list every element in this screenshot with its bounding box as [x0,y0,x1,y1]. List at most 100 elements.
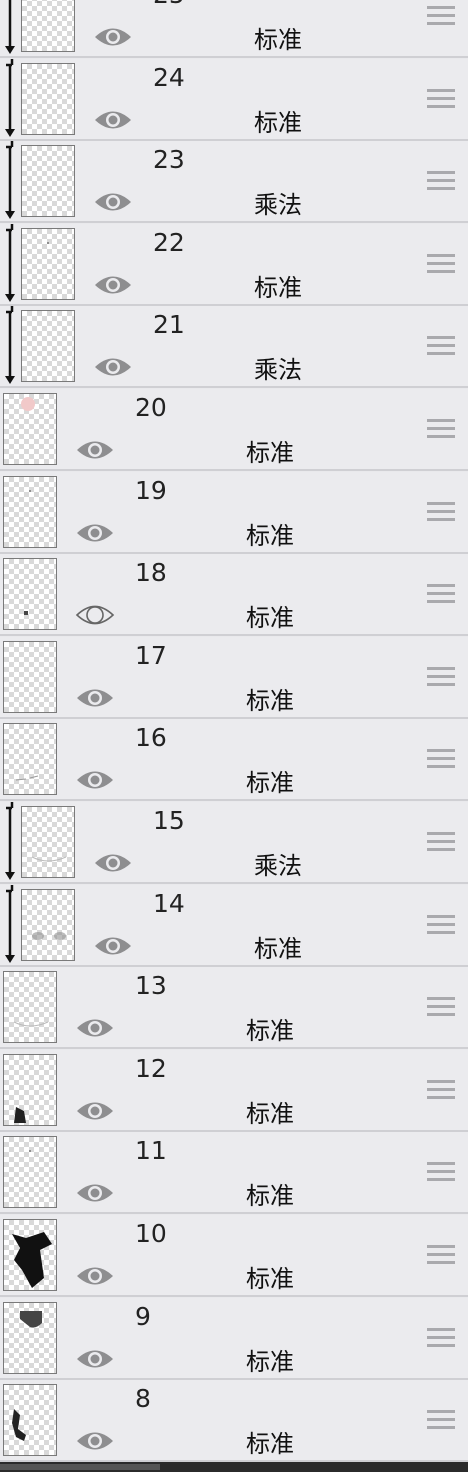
eye-icon[interactable] [75,518,115,548]
layer-row[interactable]: 17 标准 [0,636,468,719]
drag-handle-icon[interactable] [427,666,455,691]
eye-icon[interactable] [93,22,133,52]
layer-name: 22 [153,227,185,257]
layer-row[interactable]: 12 标准 [0,1049,468,1132]
eye-icon[interactable] [75,1426,115,1456]
blend-mode-label[interactable]: 乘法 [254,185,302,220]
layer-thumbnail[interactable] [3,475,57,548]
drag-handle-icon[interactable] [427,1162,455,1186]
layer-thumbnail[interactable] [3,1053,57,1126]
layer-name: 17 [135,640,167,670]
blend-mode-label[interactable]: 标准 [254,103,302,138]
layer-thumbnail[interactable] [21,806,75,878]
clipping-arrow-icon [0,802,20,884]
layer-row[interactable]: 14 标准 [0,884,468,967]
layer-row[interactable]: 11 标准 [0,1132,468,1215]
layer-thumbnail[interactable] [3,971,57,1044]
blend-mode-label[interactable]: 标准 [246,1176,294,1211]
layer-row[interactable]: 15 乘法 [0,802,468,884]
layer-row[interactable]: 21 乘法 [0,306,468,389]
drag-handle-icon[interactable] [427,749,455,773]
layer-name: 15 [153,806,185,835]
drag-handle-icon[interactable] [427,171,455,195]
layer-row[interactable]: 16 标准 [0,719,468,802]
blend-mode-label[interactable]: 标准 [246,681,294,716]
blend-mode-label[interactable]: 标准 [254,268,302,303]
layer-thumbnail[interactable] [21,145,75,218]
eye-icon[interactable] [93,352,133,382]
layer-thumbnail[interactable] [3,1301,57,1374]
drag-handle-icon[interactable] [427,253,455,278]
layer-row[interactable]: 25 标准 [0,0,468,58]
eye-icon[interactable] [75,1013,115,1043]
blend-mode-label[interactable]: 乘法 [254,350,302,385]
blend-mode-label[interactable]: 标准 [246,1094,294,1129]
layer-row[interactable]: 10 标准 [0,1215,468,1297]
blend-mode-label[interactable]: 标准 [246,1424,294,1459]
layer-thumbnail[interactable] [3,393,57,465]
layer-row[interactable]: 20 标准 [0,389,468,471]
eye-outline-icon[interactable] [75,600,115,630]
layer-row[interactable]: 13 标准 [0,967,468,1050]
layer-row[interactable]: 9 标准 [0,1297,468,1380]
drag-handle-icon[interactable] [427,832,455,856]
layer-thumbnail[interactable] [21,227,75,300]
layer-name: 24 [153,62,185,92]
layer-row[interactable]: 18 标准 [0,554,468,637]
eye-icon[interactable] [75,765,115,795]
drag-handle-icon[interactable] [427,997,455,1021]
drag-handle-icon[interactable] [427,88,455,113]
drag-handle-icon[interactable] [427,1079,455,1104]
drag-handle-icon[interactable] [427,6,455,30]
eye-icon[interactable] [93,848,133,878]
layer-thumbnail[interactable] [3,558,57,631]
eye-icon[interactable] [75,683,115,713]
blend-mode-label[interactable]: 标准 [254,929,302,964]
layer-thumbnail[interactable] [3,723,57,796]
blend-mode-label[interactable]: 标准 [246,1011,294,1046]
eye-icon[interactable] [93,105,133,135]
eye-icon[interactable] [75,1344,115,1374]
clipping-arrow-icon [0,58,20,141]
horizontal-scrollbar[interactable] [0,1462,468,1472]
blend-mode-label[interactable]: 标准 [246,1342,294,1377]
layer-thumbnail[interactable] [21,310,75,383]
eye-icon[interactable] [75,435,115,465]
drag-handle-icon[interactable] [427,1245,455,1269]
layer-thumbnail[interactable] [3,640,57,713]
eye-icon[interactable] [75,1096,115,1126]
layer-thumbnail[interactable] [3,1219,57,1291]
blend-mode-label[interactable]: 标准 [246,763,294,798]
layer-row[interactable]: 8 标准 [0,1380,468,1463]
eye-icon[interactable] [75,1261,115,1291]
blend-mode-label[interactable]: 标准 [246,1259,294,1294]
drag-handle-icon[interactable] [427,1327,455,1352]
blend-mode-label[interactable]: 标准 [246,516,294,551]
layer-thumbnail[interactable] [3,1384,57,1457]
drag-handle-icon[interactable] [427,914,455,939]
blend-mode-label[interactable]: 乘法 [254,846,302,881]
layer-row[interactable]: 24 标准 [0,58,468,141]
drag-handle-icon[interactable] [427,419,455,443]
eye-icon[interactable] [93,931,133,961]
eye-icon[interactable] [93,187,133,217]
drag-handle-icon[interactable] [427,584,455,608]
eye-icon[interactable] [93,270,133,300]
blend-mode-label[interactable]: 标准 [254,20,302,55]
layer-row[interactable]: 19 标准 [0,471,468,554]
layer-name: 20 [135,393,167,422]
layer-row[interactable]: 22 标准 [0,223,468,306]
layer-row[interactable]: 23 乘法 [0,141,468,224]
scrollbar-thumb[interactable] [0,1464,160,1470]
blend-mode-label[interactable]: 标准 [246,598,294,633]
eye-icon[interactable] [75,1178,115,1208]
blend-mode-label[interactable]: 标准 [246,433,294,468]
drag-handle-icon[interactable] [427,336,455,360]
layer-thumbnail[interactable] [21,888,75,961]
drag-handle-icon[interactable] [427,1410,455,1434]
layer-name: 19 [135,475,167,505]
layer-thumbnail[interactable] [21,0,75,52]
layer-thumbnail[interactable] [21,62,75,135]
drag-handle-icon[interactable] [427,501,455,526]
layer-thumbnail[interactable] [3,1136,57,1209]
